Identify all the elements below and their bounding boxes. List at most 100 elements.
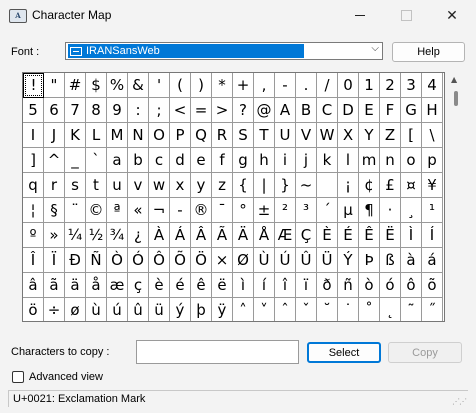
character-cell[interactable]: O <box>149 123 170 148</box>
character-cell[interactable]: Ä <box>233 223 254 248</box>
character-cell[interactable]: K <box>65 123 86 148</box>
character-cell[interactable]: Ê <box>359 223 380 248</box>
character-cell[interactable]: Ç <box>296 223 317 248</box>
character-cell[interactable]: @ <box>254 98 275 123</box>
character-cell[interactable]: ì <box>233 273 254 298</box>
character-cell[interactable]: ] <box>23 148 44 173</box>
character-cell[interactable]: } <box>275 173 296 198</box>
character-cell[interactable]: e <box>191 148 212 173</box>
character-cell[interactable]: Ã <box>212 223 233 248</box>
character-cell[interactable]: ö <box>23 298 44 321</box>
character-cell[interactable]: î <box>275 273 296 298</box>
character-cell[interactable]: A <box>275 98 296 123</box>
character-cell[interactable]: ¶ <box>359 198 380 223</box>
character-cell[interactable]: £ <box>380 173 401 198</box>
character-cell[interactable]: å <box>86 273 107 298</box>
character-cell[interactable]: ˆ <box>275 298 296 321</box>
character-cell[interactable]: ¼ <box>65 223 86 248</box>
character-cell[interactable]: N <box>128 123 149 148</box>
character-cell[interactable]: ª <box>107 198 128 223</box>
character-cell[interactable]: ß <box>380 248 401 273</box>
character-cell[interactable]: p <box>422 148 443 173</box>
character-cell[interactable]: Ù <box>254 248 275 273</box>
scroll-up-arrow-icon[interactable]: ▲ <box>451 75 457 84</box>
scroll-thumb[interactable] <box>454 91 458 106</box>
character-cell[interactable]: 0 <box>338 73 359 98</box>
character-cell[interactable]: " <box>44 73 65 98</box>
character-cell[interactable]: ^ <box>44 148 65 173</box>
character-cell[interactable]: S <box>233 123 254 148</box>
character-cell[interactable]: ˚ <box>359 298 380 321</box>
character-cell[interactable]: , <box>254 73 275 98</box>
character-cell[interactable]: q <box>23 173 44 198</box>
character-cell[interactable]: é <box>170 273 191 298</box>
character-cell[interactable]: 8 <box>86 98 107 123</box>
character-cell[interactable]: ã <box>44 273 65 298</box>
copy-button[interactable]: Copy <box>388 342 462 363</box>
character-cell[interactable]: Ô <box>149 248 170 273</box>
character-cell[interactable]: + <box>233 73 254 98</box>
character-cell[interactable]: Ï <box>44 248 65 273</box>
character-cell[interactable]: Ð <box>65 248 86 273</box>
character-cell[interactable]: / <box>317 73 338 98</box>
character-cell[interactable]: h <box>254 148 275 173</box>
character-cell[interactable]: ˝ <box>422 298 443 321</box>
help-button[interactable]: Help <box>392 42 465 62</box>
character-cell[interactable]: Æ <box>275 223 296 248</box>
character-cell[interactable]: è <box>149 273 170 298</box>
character-cell[interactable]: û <box>128 298 149 321</box>
character-cell[interactable]: = <box>191 98 212 123</box>
grid-scrollbar[interactable]: ▲ <box>447 72 463 322</box>
character-cell[interactable]: < <box>170 98 191 123</box>
character-cell[interactable]: 5 <box>23 98 44 123</box>
character-cell[interactable]: ñ <box>338 273 359 298</box>
character-cell[interactable]: ¯ <box>212 198 233 223</box>
character-cell[interactable]: Î <box>23 248 44 273</box>
character-cell[interactable]: ~ <box>296 173 317 198</box>
minimize-button[interactable] <box>337 0 383 31</box>
character-cell[interactable]: 6 <box>44 98 65 123</box>
character-cell[interactable]: r <box>44 173 65 198</box>
character-cell[interactable]: ë <box>212 273 233 298</box>
character-cell[interactable]: E <box>359 98 380 123</box>
character-cell[interactable]: ˛ <box>380 298 401 321</box>
character-cell[interactable]: § <box>44 198 65 223</box>
character-cell[interactable]: W <box>317 123 338 148</box>
character-cell[interactable]: [ <box>401 123 422 148</box>
character-cell[interactable]: { <box>233 173 254 198</box>
character-cell[interactable]: 3 <box>401 73 422 98</box>
character-cell[interactable]: ð <box>317 273 338 298</box>
character-cell[interactable]: ( <box>170 73 191 98</box>
character-cell[interactable]: ˘ <box>317 298 338 321</box>
character-cell[interactable]: í <box>254 273 275 298</box>
character-cell[interactable]: ç <box>128 273 149 298</box>
character-cell[interactable]: k <box>317 148 338 173</box>
character-cell[interactable]: ' <box>149 73 170 98</box>
character-cell[interactable]: 2 <box>380 73 401 98</box>
character-cell[interactable]: T <box>254 123 275 148</box>
character-cell[interactable]: ) <box>191 73 212 98</box>
character-cell[interactable]: X <box>338 123 359 148</box>
character-cell[interactable]: ÿ <box>212 298 233 321</box>
character-cell[interactable]: É <box>338 223 359 248</box>
character-cell[interactable]: ² <box>275 198 296 223</box>
character-cell[interactable]: Ò <box>107 248 128 273</box>
character-cell[interactable]: c <box>149 148 170 173</box>
character-cell[interactable]: j <box>296 148 317 173</box>
character-cell[interactable]: ˅ <box>254 298 275 321</box>
character-cell[interactable]: ± <box>254 198 275 223</box>
character-cell[interactable]: D <box>338 98 359 123</box>
advanced-view-checkbox[interactable] <box>12 371 24 383</box>
character-cell[interactable]: ¢ <box>359 173 380 198</box>
character-cell[interactable]: ÷ <box>44 298 65 321</box>
character-cell[interactable]: x <box>170 173 191 198</box>
character-cell[interactable]: ú <box>107 298 128 321</box>
character-cell[interactable]: ¾ <box>107 223 128 248</box>
character-cell[interactable]: d <box>170 148 191 173</box>
character-cell[interactable]: Å <box>254 223 275 248</box>
font-dropdown[interactable]: IRANSansWeb ⌵ <box>65 42 383 60</box>
character-cell[interactable]: C <box>317 98 338 123</box>
character-cell[interactable]: n <box>380 148 401 173</box>
character-cell[interactable]: Ó <box>128 248 149 273</box>
character-cell[interactable]: 7 <box>65 98 86 123</box>
